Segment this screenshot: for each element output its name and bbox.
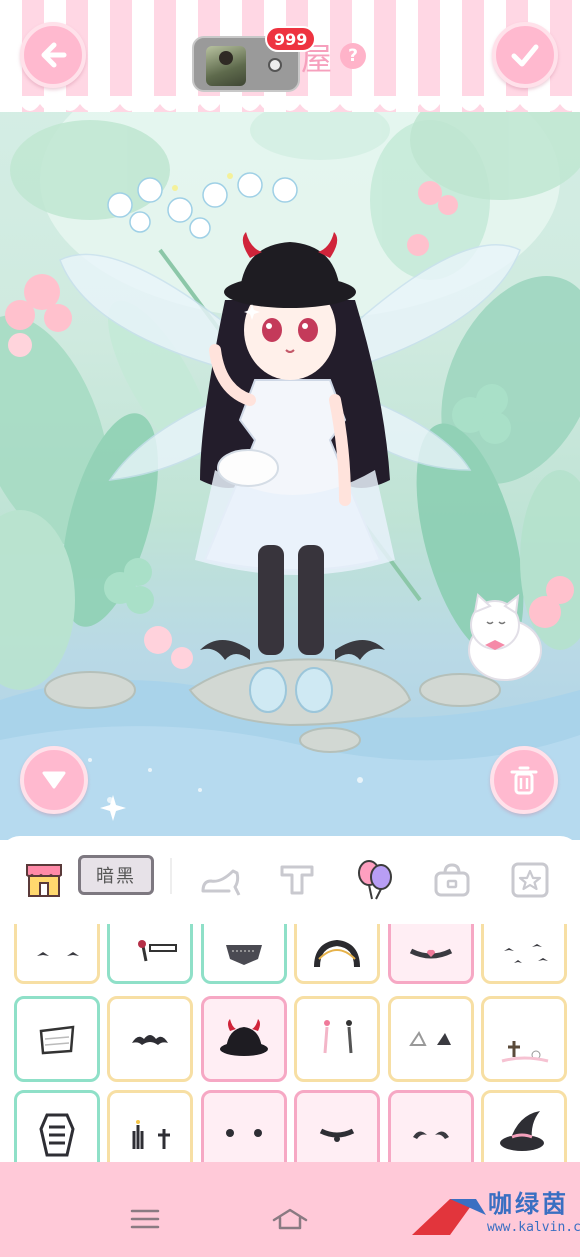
notification-badge: 999 (265, 26, 317, 52)
shop-icon (26, 864, 62, 897)
item-candles-icon (132, 1120, 170, 1149)
item-grave-scene-icon (501, 1041, 549, 1063)
arrow-left-icon (41, 42, 67, 68)
tab-balloons[interactable] (350, 836, 400, 924)
item-witch-hat-icon (500, 1111, 544, 1151)
watermark-name: 咖绿茵 (488, 1190, 569, 1218)
item-cell[interactable] (294, 996, 380, 1082)
item-bandage-icon (39, 1025, 75, 1055)
home-icon (272, 1208, 308, 1230)
tab-favorites[interactable] (506, 836, 554, 924)
nav-menu-button[interactable] (130, 1208, 160, 1230)
item-hairclip-icon (138, 940, 177, 962)
item-lace-choker-icon (226, 945, 262, 965)
item-cell[interactable] (388, 1090, 474, 1162)
item-cell[interactable] (481, 924, 567, 984)
item-cat-ears-icon (409, 1031, 451, 1046)
item-cell[interactable] (14, 924, 100, 984)
triangle-down-icon (42, 771, 66, 789)
item-heart-choker-icon (409, 948, 453, 959)
nav-home-button[interactable] (270, 1206, 310, 1232)
item-cell[interactable] (481, 996, 567, 1082)
tab-shoes[interactable] (196, 836, 248, 924)
item-mini-wings-icon (413, 1131, 449, 1139)
item-earrings-icon (323, 1020, 353, 1054)
item-cell[interactable] (107, 1090, 193, 1162)
tab-divider (170, 858, 172, 894)
help-icon[interactable]: ? (340, 43, 366, 69)
item-devil-hat-icon (220, 1019, 268, 1056)
item-cell[interactable] (294, 924, 380, 984)
star-box-icon (511, 862, 549, 898)
item-cell[interactable] (294, 1090, 380, 1162)
item-coffin-icon (39, 1113, 75, 1157)
delete-button[interactable] (490, 746, 558, 814)
dress-up-scene (0, 0, 580, 840)
avatar (206, 46, 246, 86)
item-cell[interactable] (14, 1090, 100, 1162)
item-headband-icon (314, 939, 360, 968)
item-cell[interactable] (388, 996, 474, 1082)
forest-background (0, 40, 580, 840)
collapse-button[interactable] (20, 746, 88, 814)
item-cell[interactable] (201, 1090, 287, 1162)
confirm-button[interactable] (492, 22, 558, 88)
tab-shop[interactable] (20, 836, 68, 924)
bag-icon (434, 863, 470, 897)
avatar-small-icon (268, 58, 282, 72)
item-bat-icon (132, 1035, 168, 1045)
tab-text[interactable] (274, 836, 320, 924)
text-t-icon (280, 865, 314, 895)
balloons-icon (358, 860, 392, 900)
item-cell[interactable] (201, 924, 287, 984)
item-cell[interactable] (107, 924, 193, 984)
back-button[interactable] (20, 22, 86, 88)
item-grid (0, 924, 580, 1162)
item-cell[interactable] (201, 996, 287, 1082)
checkmark-icon (511, 44, 539, 67)
item-cell[interactable] (388, 924, 474, 984)
item-cell[interactable] (14, 996, 100, 1082)
scallop-edge (0, 96, 580, 111)
item-heart-studs-icon (226, 1129, 262, 1137)
tab-dark-style[interactable]: 暗黑 (78, 855, 154, 895)
item-choker-icon (319, 1128, 355, 1142)
item-cell[interactable] (107, 996, 193, 1082)
item-bat-swarm-icon (504, 944, 548, 963)
item-cell[interactable] (481, 1090, 567, 1162)
menu-icon (130, 1209, 160, 1229)
tab-bag[interactable] (428, 836, 476, 924)
high-heel-icon (201, 869, 241, 896)
watermark-url: www.kalvin.cn (487, 1220, 580, 1235)
item-bat-stickers-icon (37, 952, 79, 956)
trash-icon (510, 766, 538, 795)
